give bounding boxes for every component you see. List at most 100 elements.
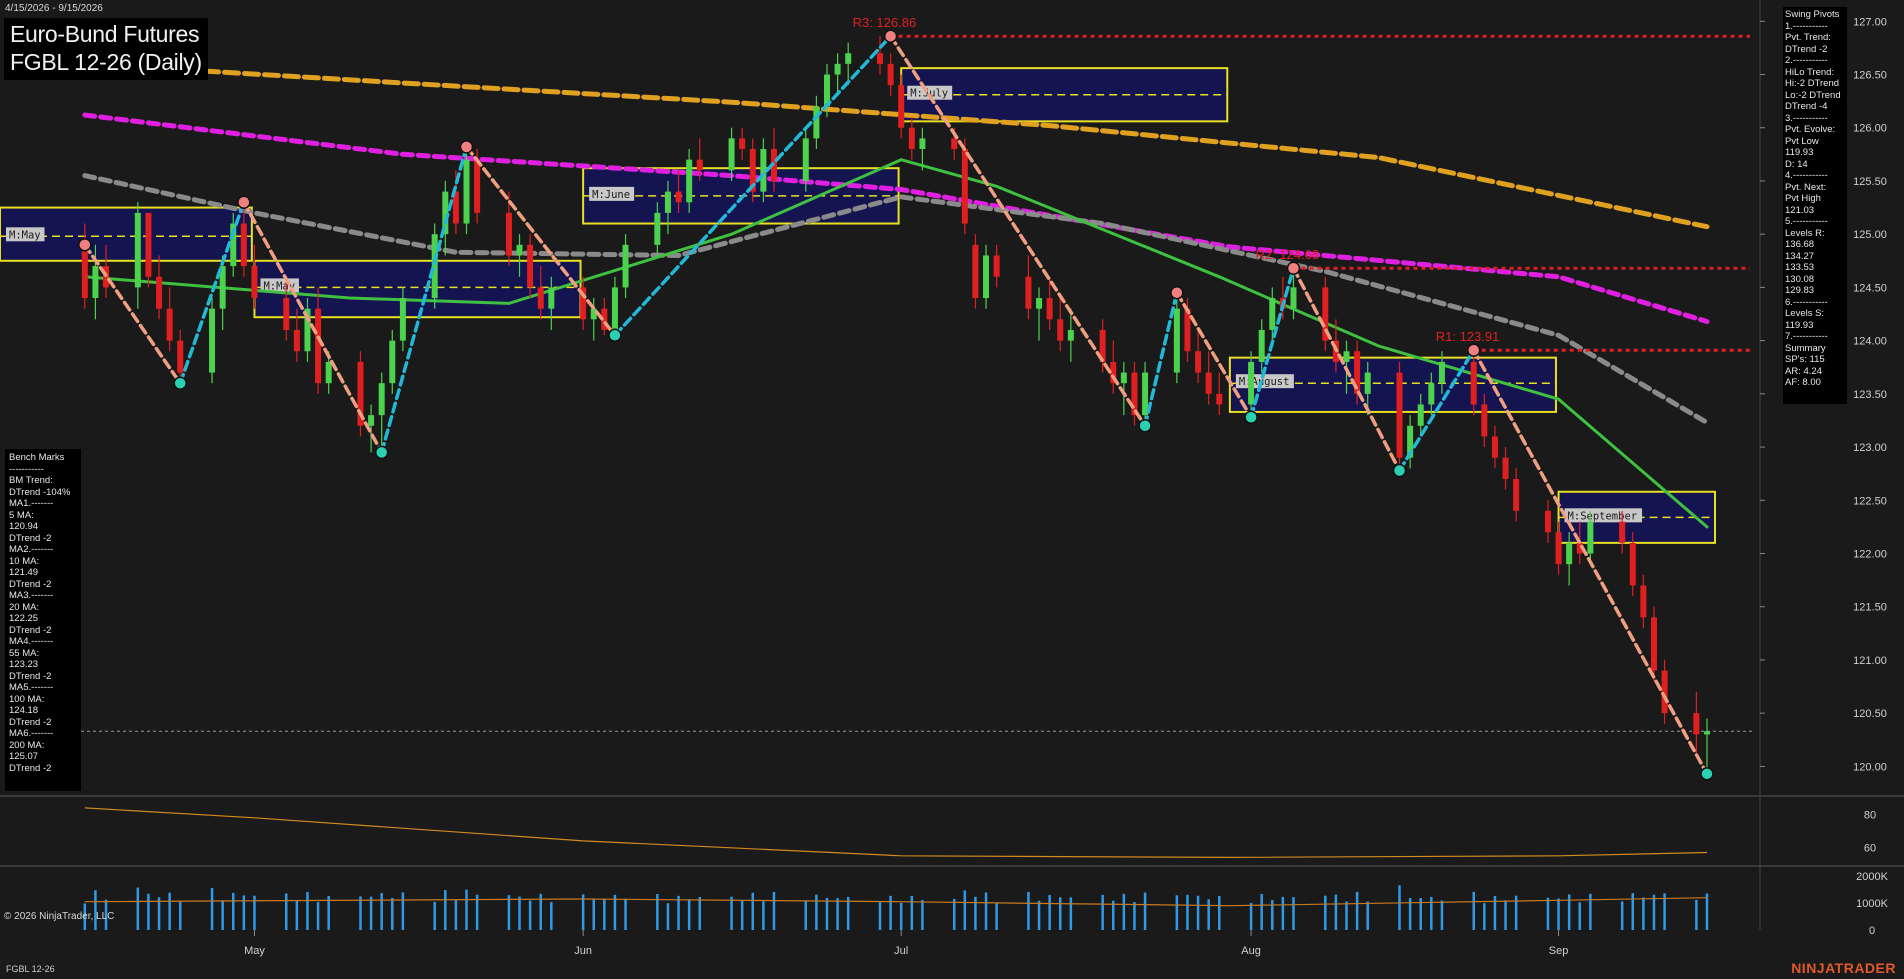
candle-body — [315, 308, 322, 384]
candle-body — [1703, 731, 1710, 735]
monthly-box-label: M:May — [9, 229, 41, 241]
panel-line: Levels S: — [1785, 308, 1825, 319]
candle-body — [240, 223, 247, 267]
panel-line: DTrend -2 — [9, 532, 52, 544]
panel-line: Summary — [1785, 342, 1826, 354]
panel-line: 133.53 — [1785, 262, 1815, 273]
swing-pivot-marker — [78, 238, 92, 252]
panel-line: MA1.------- — [9, 498, 54, 509]
panel-line: MA5.------- — [9, 682, 54, 693]
candle-body — [1491, 436, 1498, 458]
candle-body — [431, 234, 438, 299]
oscillator-tick-label: 80 — [1864, 810, 1876, 822]
candle-body — [1269, 298, 1276, 330]
panel-line: HiLo Trend: — [1785, 66, 1835, 78]
candle-body — [622, 244, 629, 288]
swing-pivot-marker — [1138, 419, 1152, 433]
candle-body — [1438, 361, 1445, 384]
panel-line: Bench Marks — [9, 452, 65, 463]
candle-body — [1343, 351, 1350, 362]
swing-pivot-marker — [173, 376, 187, 390]
panel-line: Levels R: — [1785, 227, 1825, 239]
candle-body — [675, 191, 682, 203]
chart-title-box: Euro-Bund Futures FGBL 12-26 (Daily) — [4, 18, 208, 80]
candle-body — [983, 255, 990, 299]
panel-line: 120.94 — [9, 521, 39, 532]
candle-body — [325, 361, 332, 384]
swing-leg — [1143, 290, 1179, 428]
panel-line: MA3.------- — [9, 590, 54, 601]
candle-body — [654, 212, 661, 245]
panel-line: 119.93 — [1785, 147, 1814, 158]
swing-leg — [83, 243, 182, 385]
candle-body — [1555, 532, 1562, 565]
panel-line: D: 14 — [1785, 158, 1808, 170]
panel-line: DTrend -2 — [9, 624, 52, 636]
month-label: Jun — [574, 945, 592, 957]
chart-title: Euro-Bund Futures — [10, 21, 200, 47]
price-tick-label: 123.00 — [1853, 442, 1887, 454]
panel-line: 5.----------- — [1785, 216, 1828, 227]
candle-body — [611, 287, 618, 330]
price-tick-label: 120.50 — [1853, 708, 1887, 720]
candle-body — [92, 266, 99, 299]
panel-line: MA6.------- — [9, 728, 54, 739]
month-label: May — [244, 945, 265, 957]
panel-line: DTrend -2 — [9, 578, 52, 590]
panel-line: Hi:-2 DTrend — [1785, 78, 1840, 89]
candle-body — [887, 63, 894, 86]
candle-body — [686, 159, 693, 203]
panel-line: Pvt Low — [1785, 135, 1819, 147]
panel-line: Pvt. Evolve: — [1785, 124, 1836, 135]
month-axis: May Jun Jul Aug Sep — [244, 930, 1568, 957]
panel-line: DTrend -2 — [9, 670, 52, 682]
price-tick-label: 125.50 — [1853, 176, 1887, 188]
candle-body — [728, 138, 735, 171]
candle-body — [1290, 287, 1297, 309]
candle-body — [1629, 542, 1636, 586]
swing-pivot-marker — [1392, 463, 1407, 478]
price-tick-label: 126.50 — [1853, 70, 1887, 82]
panel-line: Pvt. Next: — [1785, 181, 1827, 193]
panel-line: 4.----------- — [1785, 170, 1828, 181]
panel-line: DTrend -104% — [9, 486, 71, 498]
candle-body — [1587, 521, 1594, 554]
candle-body — [1120, 372, 1127, 384]
candle-body — [972, 244, 979, 299]
candle-body — [1205, 372, 1212, 394]
chart-subtitle: FGBL 12-26 (Daily) — [10, 49, 202, 75]
copyright-label: © 2026 NinjaTrader, LLC — [4, 911, 115, 922]
panel-line: MA2.------- — [9, 544, 54, 555]
price-tick-label: 125.00 — [1853, 229, 1887, 241]
panel-line: 121.03 — [1785, 204, 1815, 216]
swing-pivots-panel: Swing Pivots 1.----------- Pvt. Trend: DTre… — [1783, 7, 1847, 404]
volume-tick-label: 1000K — [1856, 898, 1888, 910]
candle-body — [1513, 478, 1520, 511]
panel-line: 7.----------- — [1785, 331, 1828, 342]
candle-body — [1142, 372, 1149, 416]
panel-line: 136.68 — [1785, 239, 1815, 250]
candle-body — [134, 212, 141, 288]
candle-body — [739, 138, 746, 150]
resistance-label: R1: 123.91 — [1436, 329, 1500, 344]
panel-line: AF: 8.00 — [1785, 377, 1821, 388]
swing-pivot-marker — [883, 29, 898, 43]
panel-line: DTrend -2 — [9, 762, 52, 774]
candle-body — [1364, 372, 1371, 394]
panel-line: 134.27 — [1785, 250, 1815, 262]
panel-line: Pvt. Trend: — [1785, 32, 1831, 43]
bench-marks-panel: Bench Marks ----------- BM Trend: DTrend -1… — [5, 449, 81, 791]
swing-pivot-marker — [1170, 285, 1184, 300]
swing-pivot-marker — [237, 195, 251, 209]
monthly-box-label: M:June — [592, 189, 630, 201]
price-tick-label: 123.50 — [1853, 389, 1887, 401]
swing-pivot-marker — [608, 328, 622, 343]
date-range-label: 4/15/2026 - 9/15/2026 — [5, 3, 103, 14]
moving-averages — [82, 61, 1710, 529]
candle-body — [1544, 510, 1551, 533]
month-label: Aug — [1241, 945, 1261, 957]
candle-body — [463, 159, 470, 224]
monthly-box-label: M:September — [1568, 510, 1638, 522]
candle-body — [1216, 393, 1223, 405]
resistance-label: R3: 126.86 — [853, 15, 917, 30]
